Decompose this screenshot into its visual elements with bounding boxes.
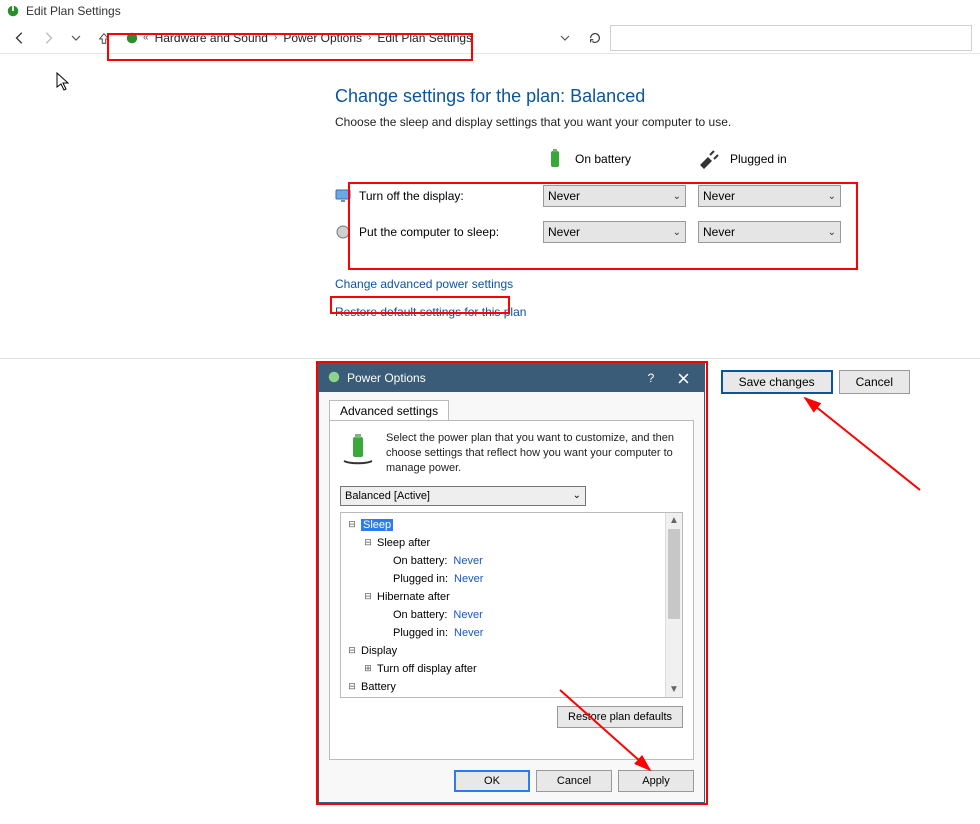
up-button[interactable]: [92, 26, 116, 50]
setting-sleep-row: Put the computer to sleep: Never⌄ Never⌄: [335, 221, 905, 243]
page-title: Change settings for the plan: Balanced: [335, 86, 905, 107]
battery-icon: [543, 147, 567, 171]
monitor-icon: [335, 188, 351, 204]
breadcrumb-item[interactable]: Hardware and Sound: [151, 31, 272, 45]
window-titlebar: Edit Plan Settings: [0, 0, 980, 22]
breadcrumb[interactable]: « Hardware and Sound › Power Options › E…: [120, 25, 580, 51]
tree-node-sleep-after[interactable]: Sleep after: [375, 537, 432, 549]
breadcrumb-overflow[interactable]: «: [143, 32, 149, 43]
link-restore-defaults[interactable]: Restore default settings for this plan: [335, 305, 526, 319]
dialog-title: Power Options: [347, 371, 426, 385]
tree-node-hibernate-after[interactable]: Hibernate after: [375, 591, 452, 603]
sleep-battery-dropdown[interactable]: Never⌄: [543, 221, 686, 243]
refresh-button[interactable]: [584, 27, 606, 49]
recent-dropdown[interactable]: [64, 26, 88, 50]
tree-leaf-label[interactable]: Plugged in:: [391, 627, 450, 639]
help-button[interactable]: ?: [638, 364, 664, 392]
tree-leaf-label[interactable]: On battery:: [391, 555, 449, 567]
dialog-cancel-button[interactable]: Cancel: [536, 770, 612, 792]
chevron-right-icon: ›: [274, 32, 277, 43]
setting-sleep-label: Put the computer to sleep:: [359, 225, 499, 239]
display-battery-dropdown[interactable]: Never⌄: [543, 185, 686, 207]
scroll-down-icon[interactable]: ▼: [666, 682, 682, 697]
cancel-button[interactable]: Cancel: [839, 370, 910, 394]
apply-button[interactable]: Apply: [618, 770, 694, 792]
app-icon: [6, 4, 20, 18]
forward-button[interactable]: [36, 26, 60, 50]
tree-node-sleep[interactable]: Sleep: [361, 519, 393, 531]
expand-icon[interactable]: ⊞: [361, 663, 375, 674]
explorer-navbar: « Hardware and Sound › Power Options › E…: [0, 22, 980, 54]
restore-defaults-button[interactable]: Restore plan defaults: [557, 706, 683, 728]
power-plan-icon: [340, 431, 376, 467]
breadcrumb-item[interactable]: Power Options: [279, 31, 366, 45]
page-content: Change settings for the plan: Balanced C…: [335, 86, 905, 319]
moon-icon: [335, 224, 351, 240]
dialog-panel: Select the power plan that you want to c…: [329, 420, 694, 760]
window-title: Edit Plan Settings: [26, 4, 121, 18]
chevron-down-icon: ⌄: [673, 191, 681, 202]
power-options-dialog: Power Options ? Advanced settings Select…: [318, 363, 705, 803]
chevron-down-icon: ⌄: [573, 490, 581, 501]
dialog-body: Advanced settings Select the power plan …: [319, 392, 704, 802]
chevron-down-icon: ⌄: [828, 227, 836, 238]
collapse-icon[interactable]: ⊟: [361, 591, 375, 602]
back-button[interactable]: [8, 26, 32, 50]
tree-leaf-value[interactable]: Never: [453, 555, 482, 567]
page-buttons: Save changes Cancel: [721, 370, 910, 394]
collapse-icon[interactable]: ⊟: [345, 681, 359, 692]
location-icon: [125, 31, 141, 45]
chevron-down-icon: ⌄: [828, 191, 836, 202]
chevron-right-icon: ›: [368, 32, 371, 43]
tree-leaf-label[interactable]: Plugged in:: [391, 573, 450, 585]
setting-display-label: Turn off the display:: [359, 189, 464, 203]
tree-leaf-value[interactable]: Never: [453, 609, 482, 621]
tree-node-display[interactable]: Display: [359, 645, 399, 657]
sleep-plugged-dropdown[interactable]: Never⌄: [698, 221, 841, 243]
setting-display-row: Turn off the display: Never⌄ Never⌄: [335, 185, 905, 207]
dialog-buttons: OK Cancel Apply: [454, 770, 694, 792]
save-button[interactable]: Save changes: [721, 370, 833, 394]
page-description: Choose the sleep and display settings th…: [335, 115, 905, 129]
column-headers: On battery Plugged in: [335, 147, 905, 171]
tree-leaf-value[interactable]: Never: [454, 573, 483, 585]
dialog-titlebar[interactable]: Power Options ?: [319, 364, 704, 392]
collapse-icon[interactable]: ⊟: [345, 519, 359, 530]
search-input[interactable]: [610, 25, 972, 51]
dialog-blurb: Select the power plan that you want to c…: [386, 431, 683, 476]
tree-leaf-value[interactable]: Never: [454, 627, 483, 639]
scroll-thumb[interactable]: [668, 529, 680, 619]
tree-node-turn-off-display[interactable]: Turn off display after: [375, 663, 479, 675]
collapse-icon[interactable]: ⊟: [361, 537, 375, 548]
column-on-battery: On battery: [575, 152, 631, 166]
separator: [0, 358, 980, 359]
breadcrumb-item[interactable]: Edit Plan Settings: [373, 31, 476, 45]
collapse-icon[interactable]: ⊟: [345, 645, 359, 656]
dialog-icon: [327, 370, 341, 387]
column-plugged-in: Plugged in: [730, 152, 787, 166]
link-advanced-settings[interactable]: Change advanced power settings: [335, 277, 513, 291]
close-button[interactable]: [670, 364, 696, 392]
settings-tree[interactable]: ⊟Sleep ⊟Sleep after On battery:Never Plu…: [340, 512, 683, 698]
mouse-cursor-icon: [56, 72, 72, 95]
tree-node-battery[interactable]: Battery: [359, 681, 398, 693]
tree-leaf-label[interactable]: On battery:: [391, 609, 449, 621]
tab-advanced-settings[interactable]: Advanced settings: [329, 400, 449, 421]
plug-icon: [698, 147, 722, 171]
annotation-arrow: [720, 380, 930, 500]
chevron-down-icon: ⌄: [673, 227, 681, 238]
ok-button[interactable]: OK: [454, 770, 530, 792]
plan-dropdown[interactable]: Balanced [Active] ⌄: [340, 486, 586, 506]
display-plugged-dropdown[interactable]: Never⌄: [698, 185, 841, 207]
scroll-up-icon[interactable]: ▲: [666, 513, 682, 528]
scrollbar[interactable]: ▲ ▼: [665, 513, 682, 697]
address-dropdown[interactable]: [555, 27, 575, 49]
